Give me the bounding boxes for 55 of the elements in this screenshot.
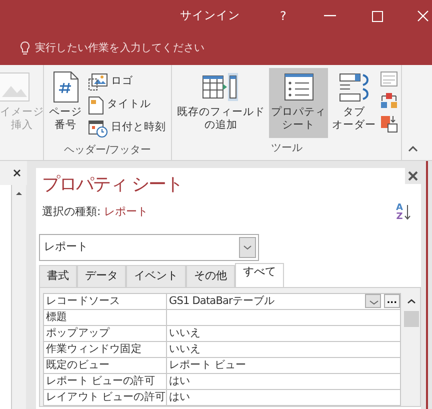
property-value[interactable]: いいえ [166,341,400,358]
property-value[interactable]: はい [166,389,400,406]
ribbon-button[interactable]: 日付と時刻 [86,116,168,140]
builder-button[interactable]: ... [384,294,400,308]
maximize-icon[interactable] [372,10,384,22]
selection-type-text: 選択の種類: レポート [42,204,148,220]
property-value[interactable]: レポート ビュー [166,357,400,374]
chevron-icon[interactable] [364,294,381,308]
tab[interactable]: 書式 [39,264,77,287]
tell-me-field[interactable]: 実行したい作業を入力してください [35,40,205,56]
tab-order-icon [338,71,370,103]
sign-in-link[interactable]: サインイン [180,7,240,25]
chevron-icon [243,244,252,250]
tab[interactable]: データ [77,264,126,287]
object-dropdown[interactable]: レポート [39,234,259,261]
sort-button[interactable]: A Z [396,204,411,222]
down-arrow-icon [404,204,411,221]
property-value[interactable]: いいえ [166,325,400,342]
calendar-clock-icon [88,118,108,138]
lightbulb-icon [20,41,30,56]
property-name: レポート ビューの許可 [44,373,166,390]
scrollbar[interactable] [11,185,26,409]
panel-title: プロパティ シート [42,174,183,196]
tab[interactable]: その他 [186,264,235,287]
collapse-ribbon-icon[interactable] [408,146,418,152]
page-number-icon [52,71,78,103]
property-name: 作業ウィンドウ固定 [44,341,166,358]
property-sheet-icon [282,71,314,103]
close-icon[interactable] [13,169,21,177]
property-name: レコードソース [44,293,166,310]
property-name: ポップアップ [44,325,166,342]
tab[interactable]: イベント [126,264,186,287]
ribbon-button[interactable]: 既存のフィールド の追加 [175,68,267,138]
image-icon [88,73,108,92]
page-arrow-icon [380,114,398,133]
group-label: ヘッダー/フッター [62,142,152,158]
group-label: ツール [270,141,304,156]
form-icon [380,70,398,87]
scrollbar-thumb[interactable] [404,311,419,328]
property-value[interactable]: GS1 DataBarテーブル ... [166,293,400,310]
property-value[interactable]: はい [166,373,400,390]
help-button[interactable]: ? [280,7,286,25]
tab[interactable]: すべて [235,262,284,287]
property-name: 既定のビュー [44,357,166,374]
property-name: 標題 [44,309,166,326]
minimize-icon[interactable] [324,15,336,17]
ribbon-button[interactable]: ロゴ [86,70,168,94]
ribbon-button[interactable]: プロパティ シート [269,68,328,138]
document-icon [88,96,104,115]
ribbon-button[interactable]: タイトル [86,94,168,117]
nodes-icon [380,92,398,110]
add-fields-icon [201,71,241,103]
property-name: レイアウト ビューの許可 [44,389,166,406]
ribbon-button[interactable]: ページ 番号 [47,68,84,138]
ribbon-button[interactable]: タブ オーダー [330,68,378,138]
